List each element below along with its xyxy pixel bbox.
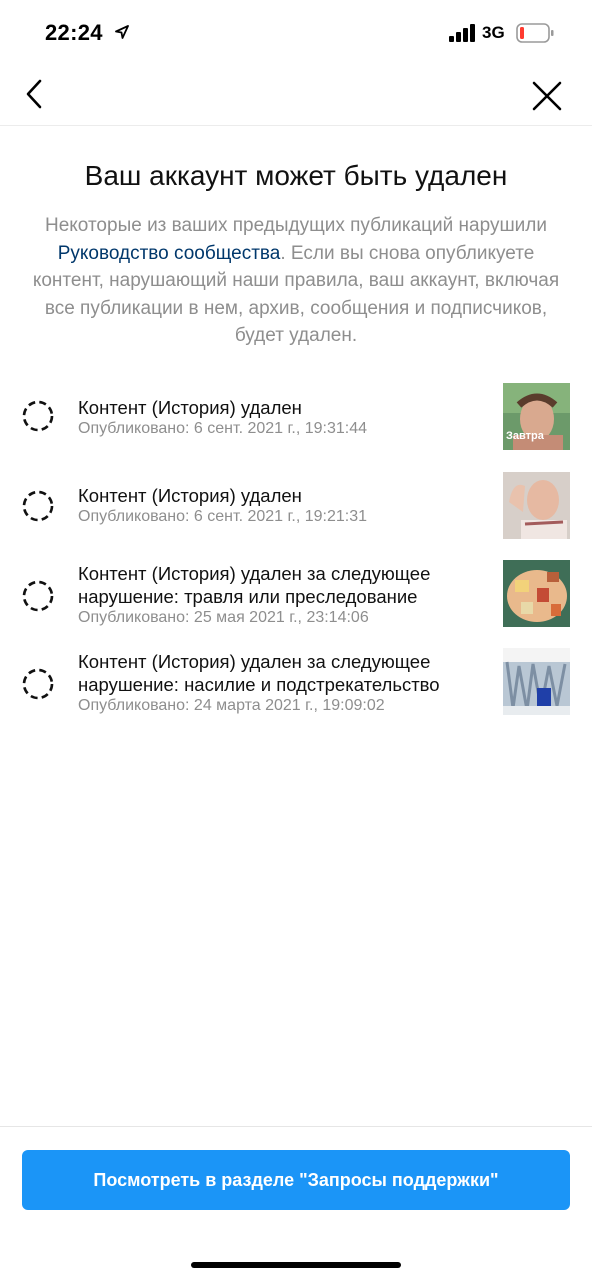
- story-thumbnail: [503, 560, 570, 627]
- list-item[interactable]: Контент (История) удален Опубликовано: 6…: [0, 470, 592, 540]
- list-item[interactable]: Контент (История) удален за следующее на…: [0, 648, 592, 718]
- list-item[interactable]: Контент (История) удален Опубликовано: 6…: [0, 380, 592, 450]
- spinner-icon: [22, 668, 54, 700]
- list-item-text: Контент (История) удален Опубликовано: 6…: [78, 484, 490, 527]
- signal-icon: [449, 24, 475, 42]
- home-indicator[interactable]: [191, 1262, 401, 1268]
- description-text-start: Некоторые из ваших предыдущих публикаций…: [44, 215, 547, 236]
- list-item-title: Контент (История) удален: [78, 485, 302, 506]
- list-item-title: Контент (История) удален за следующее на…: [78, 563, 431, 607]
- status-time: 22:24: [45, 20, 103, 45]
- spinner-icon: [22, 400, 54, 432]
- story-thumbnail: Завтра: [503, 383, 570, 450]
- thumbnail-caption: Завтра: [506, 430, 544, 442]
- community-guidelines-link[interactable]: Руководство сообщества: [58, 243, 281, 264]
- list-item-date: Опубликовано: 6 сент. 2021 г., 19:31:44: [78, 420, 367, 437]
- list-item-text: Контент (История) удален за следующее на…: [78, 650, 490, 716]
- warning-description: Некоторые из ваших предыдущих публикаций…: [22, 212, 570, 350]
- list-item-text: Контент (История) удален за следующее на…: [78, 562, 490, 628]
- network-type: 3G: [482, 23, 505, 42]
- list-item-date: Опубликовано: 25 мая 2021 г., 23:14:06: [78, 609, 369, 626]
- list-item[interactable]: Контент (История) удален за следующее на…: [0, 560, 592, 630]
- spinner-icon: [22, 490, 54, 522]
- page-title: Ваш аккаунт может быть удален: [84, 160, 508, 191]
- status-bar: 22:24 3G: [0, 0, 592, 66]
- story-thumbnail: [503, 472, 570, 539]
- view-support-requests-button[interactable]: Посмотреть в разделе "Запросы поддержки": [22, 1150, 570, 1210]
- list-item-title: Контент (История) удален: [78, 397, 302, 418]
- footer-divider: [0, 1126, 592, 1127]
- list-item-date: Опубликовано: 6 сент. 2021 г., 19:21:31: [78, 508, 367, 525]
- list-item-title: Контент (История) удален за следующее на…: [78, 651, 440, 695]
- spinner-icon: [22, 580, 54, 612]
- story-thumbnail: [503, 648, 570, 715]
- list-item-date: Опубликовано: 24 марта 2021 г., 19:09:02: [78, 697, 385, 714]
- location-arrow-icon: [115, 25, 129, 39]
- chevron-left-icon[interactable]: [20, 78, 50, 110]
- battery-icon: [516, 23, 554, 43]
- navigation-bar: [0, 66, 592, 126]
- close-icon[interactable]: [530, 80, 564, 112]
- list-item-text: Контент (История) удален Опубликовано: 6…: [78, 396, 490, 439]
